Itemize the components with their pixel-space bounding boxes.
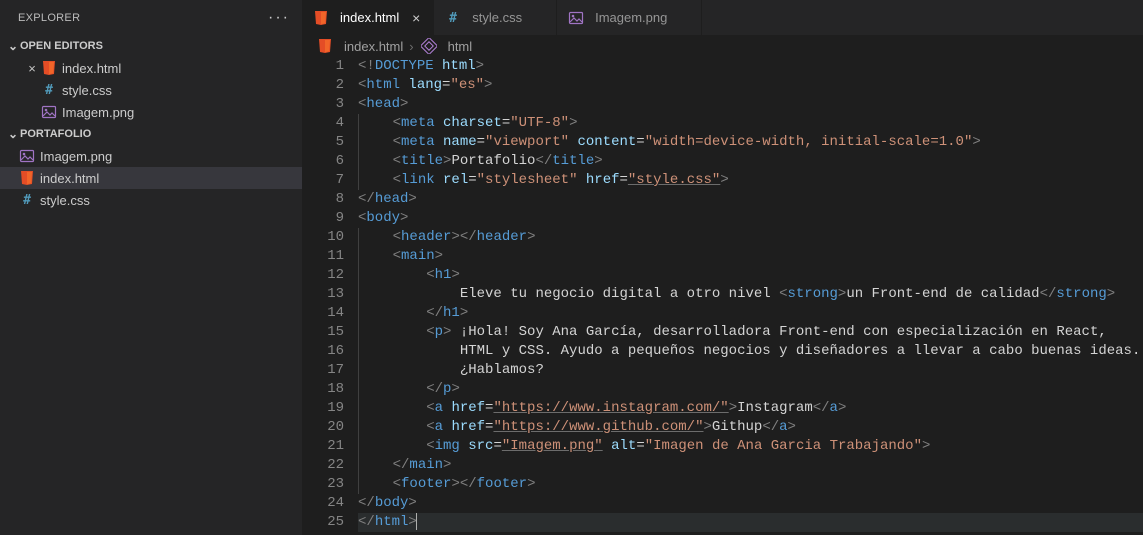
- breadcrumb[interactable]: index.html › html: [302, 35, 1143, 57]
- tab-label: style.css: [472, 10, 522, 25]
- line-gutter: 1234567891011121314151617181920212223242…: [302, 57, 358, 535]
- file-name: index.html: [62, 61, 121, 76]
- editor-main: index.html × # style.css Imagem.png index.ht…: [302, 0, 1143, 535]
- explorer-title: EXPLORER: [18, 12, 80, 24]
- chevron-down-icon: ⌄: [6, 39, 20, 53]
- file-name: Imagem.png: [40, 149, 112, 164]
- open-editor-item[interactable]: Imagem.png: [0, 101, 302, 123]
- image-icon: [18, 148, 36, 164]
- css-icon: #: [444, 10, 462, 26]
- more-actions-icon[interactable]: ···: [268, 9, 290, 27]
- editor-tab[interactable]: Imagem.png: [557, 0, 702, 35]
- file-name: style.css: [40, 193, 90, 208]
- folder-file-item[interactable]: Imagem.png: [0, 145, 302, 167]
- breadcrumb-file: index.html: [344, 39, 403, 54]
- explorer-header: EXPLORER ···: [0, 0, 302, 35]
- file-name: Imagem.png: [62, 105, 134, 120]
- editor-tabs: index.html × # style.css Imagem.png: [302, 0, 1143, 35]
- editor-tab[interactable]: # style.css: [434, 0, 557, 35]
- explorer-sidebar: EXPLORER ··· ⌄ OPEN EDITORS × index.html #…: [0, 0, 302, 535]
- editor-tab[interactable]: index.html ×: [302, 0, 434, 35]
- code-editor[interactable]: 1234567891011121314151617181920212223242…: [302, 57, 1143, 535]
- file-name: index.html: [40, 171, 99, 186]
- svg-text:#: #: [449, 11, 457, 26]
- folder-list: Imagem.png index.html # style.css: [0, 145, 302, 211]
- close-icon[interactable]: ×: [24, 61, 40, 76]
- symbol-icon: [420, 38, 438, 54]
- image-icon: [567, 10, 585, 26]
- tab-label: Imagem.png: [595, 10, 667, 25]
- html-icon: [18, 170, 36, 186]
- open-editor-item[interactable]: # style.css: [0, 79, 302, 101]
- html-icon: [312, 10, 330, 26]
- breadcrumb-symbol: html: [448, 39, 473, 54]
- open-editors-list: × index.html # style.css Imagem.png: [0, 57, 302, 123]
- chevron-right-icon: ›: [409, 39, 413, 54]
- folder-file-item[interactable]: # style.css: [0, 189, 302, 211]
- html-icon: [40, 60, 58, 76]
- code-area[interactable]: <!DOCTYPE html><html lang="es"><head> <m…: [358, 57, 1143, 535]
- folder-file-item[interactable]: index.html: [0, 167, 302, 189]
- folder-label: PORTAFOLIO: [20, 128, 91, 140]
- folder-header[interactable]: ⌄ PORTAFOLIO: [0, 123, 302, 145]
- css-icon: #: [40, 82, 58, 98]
- html-icon: [316, 38, 334, 54]
- close-icon[interactable]: ×: [409, 10, 423, 26]
- open-editor-item[interactable]: × index.html: [0, 57, 302, 79]
- tab-label: index.html: [340, 10, 399, 25]
- css-icon: #: [18, 192, 36, 208]
- svg-text:#: #: [23, 193, 31, 208]
- svg-text:#: #: [45, 83, 53, 98]
- text-cursor: [416, 513, 417, 530]
- chevron-down-icon: ⌄: [6, 127, 20, 141]
- image-icon: [40, 104, 58, 120]
- open-editors-label: OPEN EDITORS: [20, 40, 103, 52]
- file-name: style.css: [62, 83, 112, 98]
- open-editors-header[interactable]: ⌄ OPEN EDITORS: [0, 35, 302, 57]
